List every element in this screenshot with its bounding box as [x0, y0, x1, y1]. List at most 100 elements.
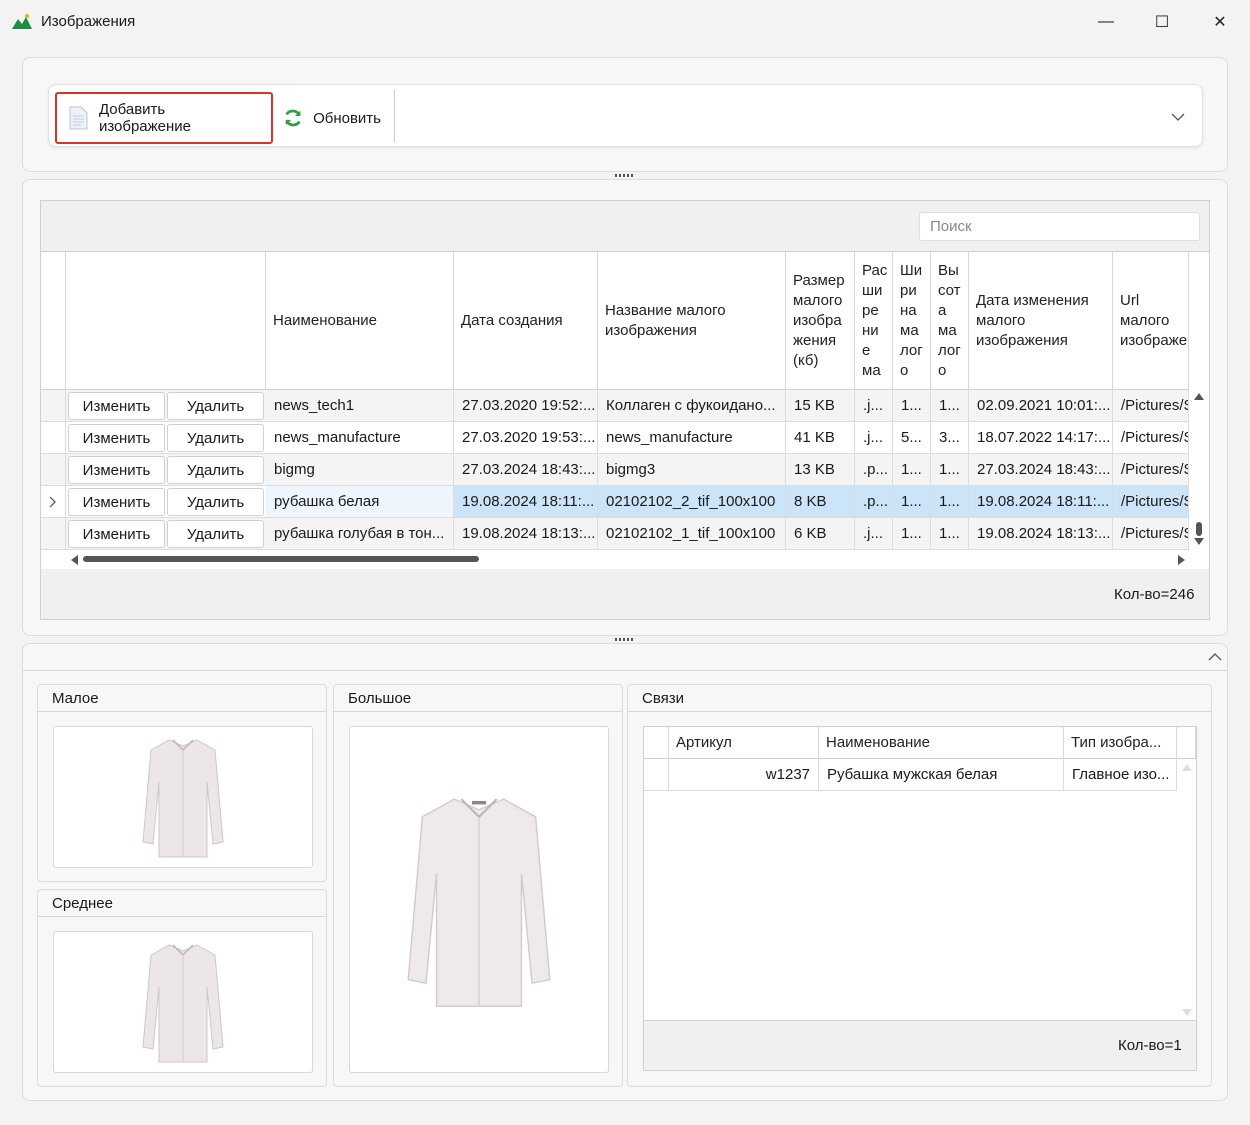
modified-cell[interactable]: 18.07.2022 14:17:... — [969, 422, 1113, 453]
ext-cell[interactable]: .j... — [855, 518, 893, 549]
modified-cell[interactable]: 19.08.2024 18:13:... — [969, 518, 1113, 549]
row-header[interactable] — [41, 390, 66, 421]
close-button[interactable]: ✕ — [1197, 6, 1243, 38]
size-cell[interactable]: 13 KB — [786, 454, 855, 485]
edit-button[interactable]: Изменить — [68, 424, 165, 452]
scroll-up-icon[interactable] — [1182, 763, 1192, 771]
size-cell[interactable]: 6 KB — [786, 518, 855, 549]
ext-cell[interactable]: .p... — [855, 454, 893, 485]
add-image-button[interactable]: Добавить изображение — [55, 92, 273, 144]
table-row[interactable]: Изменить Удалить news_manufacture 27.03.… — [41, 422, 1189, 454]
link-name-cell[interactable]: Рубашка мужская белая — [819, 759, 1064, 790]
small-name-cell[interactable]: news_manufacture — [598, 422, 786, 453]
modified-cell[interactable]: 02.09.2021 10:01:... — [969, 390, 1113, 421]
url-cell[interactable]: /Pictures/S — [1113, 422, 1189, 453]
edit-button[interactable]: Изменить — [68, 488, 165, 516]
size-cell[interactable]: 8 KB — [786, 486, 855, 517]
vertical-scrollbar[interactable] — [1189, 390, 1209, 550]
table-row[interactable]: w1237 Рубашка мужская белая Главное изо.… — [644, 759, 1177, 791]
modified-cell[interactable]: 27.03.2024 18:43:... — [969, 454, 1113, 485]
edit-button[interactable]: Изменить — [68, 456, 165, 484]
name-cell[interactable]: bigmg — [266, 454, 454, 485]
article-cell[interactable]: w1237 — [669, 759, 819, 790]
name-cell[interactable]: news_tech1 — [266, 390, 454, 421]
column-header[interactable]: Название малого изображения — [598, 252, 786, 390]
delete-button[interactable]: Удалить — [167, 424, 264, 452]
created-cell[interactable]: 19.08.2024 18:13:... — [454, 518, 598, 549]
size-cell[interactable]: 41 KB — [786, 422, 855, 453]
url-cell[interactable]: /Pictures/S — [1113, 454, 1189, 485]
width-cell[interactable]: 1... — [893, 518, 931, 549]
delete-button[interactable]: Удалить — [167, 392, 264, 420]
ext-cell[interactable]: .p... — [855, 486, 893, 517]
height-cell[interactable]: 1... — [931, 454, 969, 485]
row-indicator[interactable] — [41, 486, 66, 517]
modified-cell[interactable]: 19.08.2024 18:11:... — [969, 486, 1113, 517]
small-name-cell[interactable]: bigmg3 — [598, 454, 786, 485]
url-cell[interactable]: /Pictures/S — [1113, 486, 1189, 517]
scroll-down-icon[interactable] — [1182, 1009, 1192, 1017]
splitter-handle[interactable] — [615, 638, 635, 641]
table-row[interactable]: Изменить Удалить news_tech1 27.03.2020 1… — [41, 390, 1189, 422]
scrollbar-thumb[interactable] — [83, 556, 479, 562]
small-name-cell[interactable]: 02102102_1_tif_100x100 — [598, 518, 786, 549]
column-header[interactable]: Дата изменения малого изображения — [969, 252, 1113, 390]
row-header[interactable] — [41, 454, 66, 485]
scrollbar-thumb[interactable] — [1196, 522, 1202, 536]
scroll-up-icon[interactable] — [1194, 392, 1204, 400]
width-cell[interactable]: 1... — [893, 486, 931, 517]
column-header[interactable]: Наименование — [266, 252, 454, 390]
column-header[interactable]: Наименование — [819, 727, 1064, 759]
column-header[interactable]: Url малого изображе — [1113, 252, 1189, 390]
horizontal-scrollbar[interactable] — [65, 550, 1189, 568]
chevron-down-icon[interactable] — [1171, 113, 1185, 122]
scroll-right-icon[interactable] — [1178, 555, 1186, 565]
height-cell[interactable]: 1... — [931, 390, 969, 421]
chevron-up-icon[interactable] — [1208, 652, 1222, 661]
small-name-cell[interactable]: Коллаген с фукоидано... — [598, 390, 786, 421]
created-cell[interactable]: 27.03.2020 19:53:... — [454, 422, 598, 453]
maximize-button[interactable]: ☐ — [1139, 6, 1185, 38]
width-cell[interactable]: 1... — [893, 390, 931, 421]
created-cell[interactable]: 27.03.2020 19:52:... — [454, 390, 598, 421]
column-header[interactable]: Ши ри на ма лог о — [893, 252, 931, 390]
height-cell[interactable]: 3... — [931, 422, 969, 453]
edit-button[interactable]: Изменить — [68, 392, 165, 420]
edit-button[interactable]: Изменить — [68, 520, 165, 548]
type-cell[interactable]: Главное изо... — [1064, 759, 1177, 790]
column-header[interactable]: Артикул — [669, 727, 819, 759]
splitter-handle[interactable] — [615, 174, 635, 177]
minimize-button[interactable]: — — [1083, 6, 1129, 38]
height-cell[interactable]: 1... — [931, 518, 969, 549]
small-name-cell[interactable]: 02102102_2_tif_100x100 — [598, 486, 786, 517]
scroll-left-icon[interactable] — [70, 555, 78, 565]
width-cell[interactable]: 1... — [893, 454, 931, 485]
column-header[interactable]: Вы сот а ма лог о — [931, 252, 969, 390]
table-row[interactable]: Изменить Удалить bigmg 27.03.2024 18:43:… — [41, 454, 1189, 486]
ext-cell[interactable]: .j... — [855, 390, 893, 421]
column-header[interactable]: Рас ши ре ни е ма — [855, 252, 893, 390]
refresh-button[interactable]: Обновить — [273, 92, 391, 144]
created-cell[interactable]: 19.08.2024 18:11:... — [454, 486, 598, 517]
delete-button[interactable]: Удалить — [167, 520, 264, 548]
row-header[interactable] — [644, 759, 669, 790]
row-header[interactable] — [41, 518, 66, 549]
created-cell[interactable]: 27.03.2024 18:43:... — [454, 454, 598, 485]
search-input[interactable]: Поиск — [919, 212, 1200, 241]
table-row[interactable]: Изменить Удалить рубашка голубая в тон..… — [41, 518, 1189, 550]
column-header[interactable]: Размер малого изобра жения (кб) — [786, 252, 855, 390]
name-cell[interactable]: рубашка белая — [266, 486, 454, 517]
column-header[interactable]: Тип изобра... — [1064, 727, 1177, 759]
column-header[interactable]: Дата создания — [454, 252, 598, 390]
table-row-selected[interactable]: Изменить Удалить рубашка белая 19.08.202… — [41, 486, 1189, 518]
delete-button[interactable]: Удалить — [167, 456, 264, 484]
width-cell[interactable]: 5... — [893, 422, 931, 453]
ext-cell[interactable]: .j... — [855, 422, 893, 453]
height-cell[interactable]: 1... — [931, 486, 969, 517]
url-cell[interactable]: /Pictures/S — [1113, 390, 1189, 421]
name-cell[interactable]: рубашка голубая в тон... — [266, 518, 454, 549]
scroll-down-icon[interactable] — [1194, 538, 1204, 546]
row-header[interactable] — [41, 422, 66, 453]
size-cell[interactable]: 15 KB — [786, 390, 855, 421]
name-cell[interactable]: news_manufacture — [266, 422, 454, 453]
